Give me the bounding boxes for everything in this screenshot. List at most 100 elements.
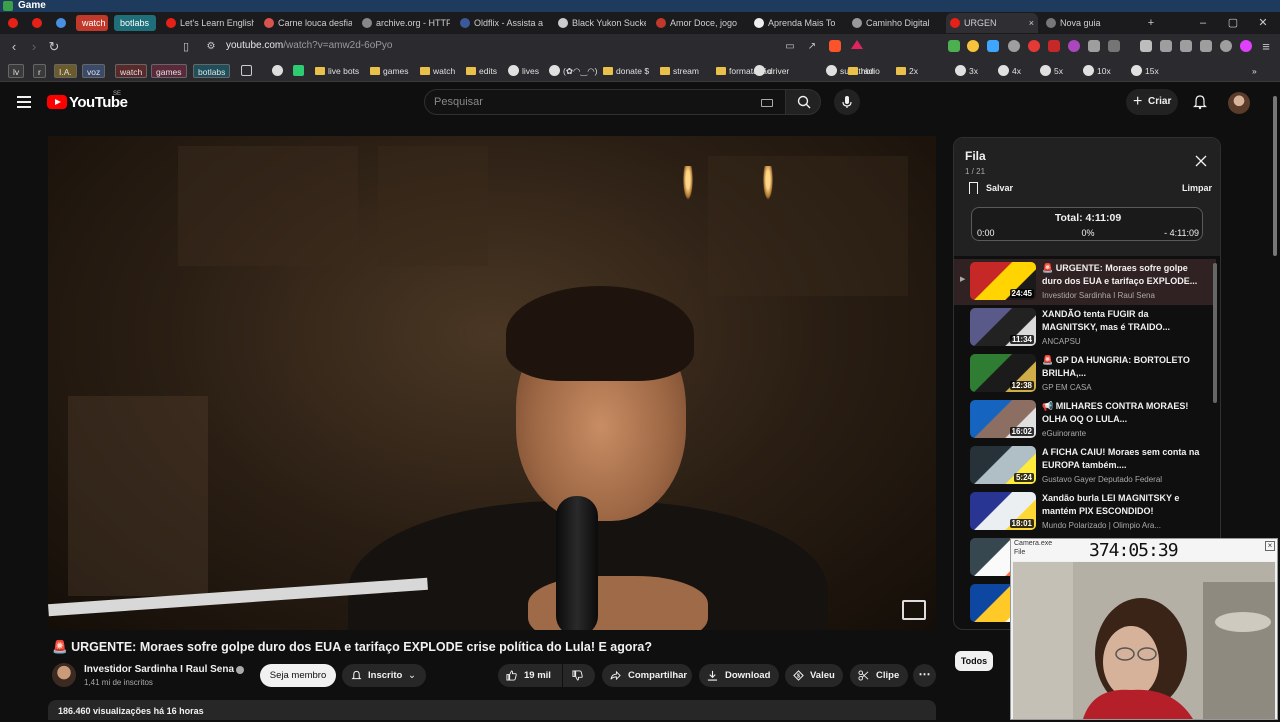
browser-tab[interactable]: archive.org - HTTP [358, 13, 450, 33]
queue-item-thumbnail[interactable]: 11:34 [970, 308, 1036, 346]
subscribed-button[interactable]: Inscrito ⌄ [342, 664, 426, 687]
queue-item[interactable]: 12:38 🚨 GP DA HUNGRIA: BORTOLETO BRILHA,.… [954, 351, 1216, 397]
keyboard-icon[interactable] [761, 99, 773, 107]
brave-shield-icon[interactable] [829, 40, 841, 52]
browser-tab[interactable]: URGEN × [946, 13, 1038, 33]
bookmark-link[interactable]: lives [508, 64, 539, 78]
apps-grid-icon[interactable] [241, 65, 252, 76]
save-bookmark-icon[interactable] [969, 182, 978, 194]
queue-item[interactable]: ▶ 24:45 🚨 URGENTE: Moraes sofre golpe duro… [954, 259, 1216, 305]
bookmark-site-icon[interactable] [293, 65, 304, 76]
bookmark-link[interactable]: driver [754, 64, 789, 78]
notifications-bell-icon[interactable] [1192, 94, 1208, 110]
search-input[interactable]: Pesquisar [424, 89, 786, 115]
extension-icon-3[interactable] [987, 40, 999, 52]
bookmark-folder[interactable]: 2x [896, 64, 918, 78]
browser-tab[interactable] [4, 13, 24, 33]
bookmark-link[interactable]: 3x [955, 64, 978, 78]
clip-button[interactable]: Clipe [850, 664, 908, 687]
bookmark-folder[interactable]: rádio [848, 64, 880, 78]
bookmark-folder[interactable]: watch [420, 64, 455, 78]
thanks-button[interactable]: $ Valeu [785, 664, 843, 687]
minimize-icon[interactable]: – [1188, 14, 1218, 32]
queue-item-thumbnail[interactable]: 24:45 [970, 262, 1036, 300]
channel-watermark-icon[interactable] [902, 600, 926, 620]
bookmark-link[interactable]: 10x [1083, 64, 1111, 78]
browser-menu-icon[interactable]: ≡ [1258, 39, 1274, 55]
queue-item-thumbnail[interactable]: 5:24 [970, 446, 1036, 484]
bookmark-tag[interactable]: voz [82, 64, 106, 78]
camera-file-menu[interactable]: File [1014, 549, 1025, 556]
share-button[interactable]: Compartilhar [602, 664, 692, 687]
window-close-icon[interactable]: ✕ [1248, 14, 1278, 32]
extension-icon-7[interactable] [1068, 40, 1080, 52]
more-actions-icon[interactable]: ⋯ [913, 664, 936, 687]
queue-item-thumbnail[interactable]: 16:02 [970, 400, 1036, 438]
extension-icon-1[interactable] [948, 40, 960, 52]
more-bookmarks-icon[interactable]: » [1252, 64, 1257, 78]
download-button[interactable]: Download [699, 664, 779, 687]
like-button[interactable]: 19 mil [498, 664, 562, 687]
save-button[interactable]: Salvar [986, 183, 1013, 193]
vpn-icon[interactable] [1220, 40, 1232, 52]
extension-icon-2[interactable] [967, 40, 979, 52]
back-icon[interactable]: ‹ [6, 39, 22, 55]
browser-tab[interactable]: botlabs [114, 15, 156, 31]
leo-icon[interactable] [1240, 40, 1252, 52]
extension-icon-6[interactable] [1048, 40, 1060, 52]
hamburger-menu-icon[interactable] [17, 96, 31, 108]
browser-tab[interactable]: Oldflix - Assista a [456, 13, 548, 33]
close-icon[interactable] [1194, 154, 1208, 168]
queue-item[interactable]: 18:01 Xandão burla LEI MAGNITSKY e mantém… [954, 489, 1216, 535]
queue-item-thumbnail[interactable]: 12:38 [970, 354, 1036, 392]
extension-icon-4[interactable] [1008, 40, 1020, 52]
join-button[interactable]: Seja membro [260, 664, 336, 687]
sidebar-icon[interactable] [1160, 40, 1172, 52]
bookmark-link[interactable]: 4x [998, 64, 1021, 78]
browser-tab[interactable]: Carne louca desfia [260, 13, 352, 33]
extension-icon-5[interactable] [1028, 40, 1040, 52]
site-info-icon[interactable]: ⚙ [203, 39, 219, 55]
camera-close-icon[interactable]: × [1265, 541, 1275, 551]
bookmark-tag[interactable]: botlabs [193, 64, 231, 78]
browser-tab[interactable]: watch [76, 15, 108, 31]
queue-item[interactable]: 5:24 A FICHA CAIU! Moraes sem conta na EU… [954, 443, 1216, 489]
browser-tab[interactable] [52, 13, 72, 33]
cast-icon[interactable]: ▭ [782, 39, 798, 55]
queue-item[interactable]: 16:02 📢 MILHARES CONTRA MORAES! OLHA OQ O… [954, 397, 1216, 443]
browser-tab[interactable]: Caminho Digital [848, 13, 940, 33]
forward-icon[interactable]: › [26, 39, 42, 55]
chip-all[interactable]: Todos [955, 651, 993, 671]
camera-window[interactable]: Camera.exe File 374:05:39 × [1010, 538, 1278, 720]
bookmark-tag[interactable]: games [151, 64, 187, 78]
browser-tab[interactable]: Black Yukon Sucke [554, 13, 646, 33]
maximize-icon[interactable]: ▢ [1218, 14, 1248, 32]
voice-search-button[interactable] [834, 89, 860, 115]
reload-icon[interactable]: ↻ [46, 39, 62, 55]
rewards-icon[interactable] [851, 40, 863, 49]
browser-tab[interactable]: Aprenda Mais To [750, 13, 842, 33]
browser-tab[interactable]: Let's Learn English [162, 13, 254, 33]
bookmark-page-icon[interactable]: ▯ [178, 39, 194, 55]
dislike-button[interactable] [563, 664, 595, 687]
address-bar[interactable]: youtube.com/watch?v=amw2d-6oPyo [226, 40, 393, 51]
bookmark-link[interactable]: (✿◠‿◠) [549, 64, 597, 78]
bookmark-folder[interactable]: games [370, 64, 409, 78]
bookmark-link[interactable]: 5x [1040, 64, 1063, 78]
bookmark-folder[interactable]: live bots [315, 64, 359, 78]
bookmark-tag[interactable]: I.A. [54, 64, 77, 78]
queue-scrollbar[interactable] [1213, 263, 1217, 403]
media-icon[interactable] [1140, 40, 1152, 52]
new-tab-icon[interactable]: + [1136, 14, 1166, 32]
share-icon[interactable]: ↗ [804, 39, 820, 55]
bookmark-site-icon[interactable] [272, 65, 283, 76]
browser-tab[interactable]: Amor Doce, jogo [652, 13, 744, 33]
channel-name[interactable]: Investidor Sardinha I Raul Sena [84, 664, 234, 675]
clear-button[interactable]: Limpar [1182, 183, 1212, 193]
bookmark-folder[interactable]: stream [660, 64, 699, 78]
browser-tab[interactable]: Nova guia [1042, 13, 1112, 33]
create-button[interactable]: + Criar [1126, 89, 1178, 115]
bookmark-tag[interactable]: watch [115, 64, 148, 78]
queue-item-thumbnail[interactable]: 18:01 [970, 492, 1036, 530]
browser-tab[interactable] [28, 13, 48, 33]
